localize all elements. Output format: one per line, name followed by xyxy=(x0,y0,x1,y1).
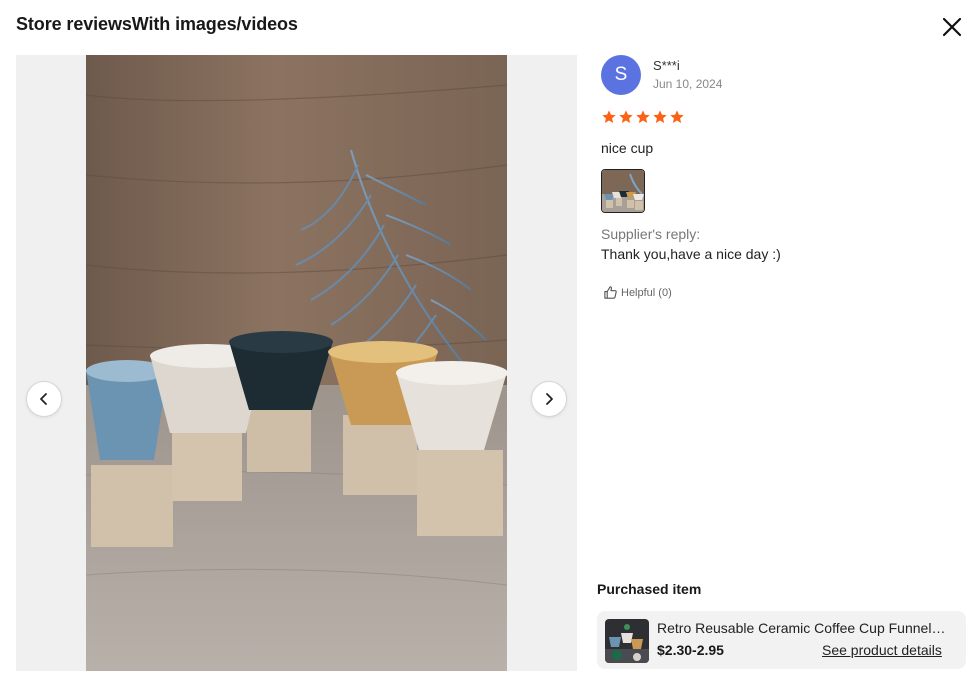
purchased-item-card[interactable]: Retro Reusable Ceramic Coffee Cup Funnel… xyxy=(597,611,966,669)
star-icon xyxy=(653,110,667,123)
supplier-reply-text: Thank you,have a nice day :) xyxy=(601,246,781,262)
star-icon xyxy=(670,110,684,123)
helpful-button[interactable]: Helpful (0) xyxy=(603,285,672,300)
product-title[interactable]: Retro Reusable Ceramic Coffee Cup Funnel… xyxy=(657,620,949,636)
see-product-details-link[interactable]: See product details xyxy=(822,642,942,658)
star-icon xyxy=(602,110,616,123)
supplier-reply-label: Supplier's reply: xyxy=(601,226,701,242)
product-thumbnail xyxy=(605,619,649,663)
chevron-left-icon xyxy=(40,393,47,405)
media-viewer xyxy=(16,55,577,671)
review-photo xyxy=(86,55,507,671)
review-date: Jun 10, 2024 xyxy=(653,77,723,91)
previous-image-button[interactable] xyxy=(26,381,62,417)
page-title: Store reviewsWith images/videos xyxy=(16,14,298,34)
star-rating xyxy=(601,109,685,125)
star-icon xyxy=(636,110,650,123)
product-price: $2.30-2.95 xyxy=(657,642,724,658)
review-text: nice cup xyxy=(601,140,654,156)
close-icon xyxy=(942,17,962,37)
thumbs-up-icon xyxy=(604,286,617,299)
review-image-thumbnail[interactable] xyxy=(601,169,645,213)
helpful-label: Helpful (0) xyxy=(621,286,672,299)
star-icon xyxy=(619,110,633,123)
reviewer-name: S***i xyxy=(653,58,680,73)
next-image-button[interactable] xyxy=(531,381,567,417)
close-button[interactable] xyxy=(938,13,966,41)
chevron-right-icon xyxy=(546,393,553,405)
purchased-item-heading: Purchased item xyxy=(597,581,702,597)
avatar: S xyxy=(601,55,641,95)
